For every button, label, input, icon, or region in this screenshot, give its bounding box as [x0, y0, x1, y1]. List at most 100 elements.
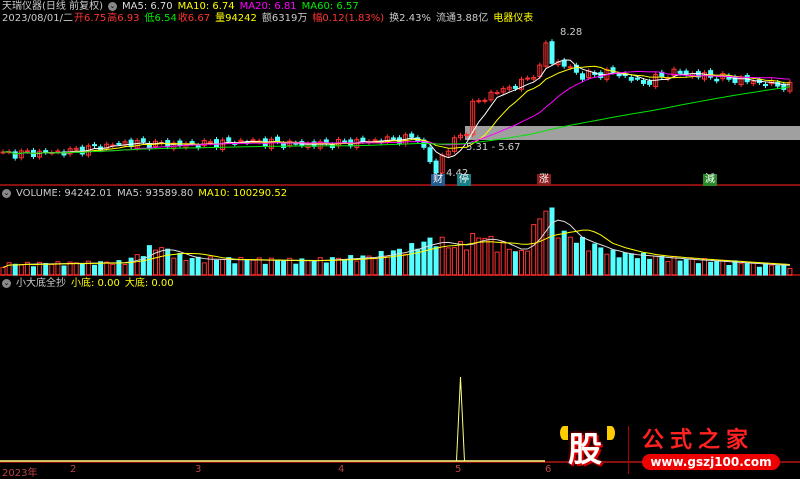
candle [360, 137, 366, 142]
volume-bar [165, 248, 171, 276]
volume-bar [683, 258, 689, 276]
volume-value: VOLUME: 94242.01 [16, 188, 113, 199]
candle [24, 150, 30, 153]
volume-bar [0, 266, 6, 276]
logo-char: 股 [568, 430, 602, 470]
volume-bar [519, 250, 524, 276]
candle [525, 77, 531, 80]
volume-bar [567, 236, 573, 276]
tag-financial[interactable]: 财 [431, 174, 445, 186]
volume-bar [464, 249, 470, 276]
volume-bar [61, 265, 67, 276]
candle [476, 100, 482, 103]
range-label: 5.31 - 5.67 [466, 142, 521, 153]
toggle-icon[interactable]: ⌄ [2, 278, 11, 288]
volume-bar [494, 251, 500, 276]
volume-bar [458, 241, 463, 276]
volume-bar [573, 242, 579, 276]
candle [372, 139, 378, 142]
volume-bar [409, 243, 415, 276]
candle [275, 136, 280, 143]
volume-ma5: MA5: 93589.80 [117, 188, 194, 199]
volume-bar [268, 257, 274, 276]
volume-bar [18, 264, 24, 276]
volume-bar [214, 259, 219, 276]
volume-bar [73, 262, 79, 276]
ma20-line [2, 70, 790, 155]
volume-bar [92, 264, 97, 276]
volume-bar [220, 258, 226, 276]
volume-bar [451, 247, 457, 276]
candle [409, 133, 415, 138]
volume-bar [31, 266, 36, 276]
candle [433, 160, 439, 174]
candle [92, 144, 97, 147]
axis-label: 3 [195, 464, 202, 475]
candle [647, 80, 653, 85]
indicator-header: ⌄ 小大底全抄 小底: 0.00 大底: 0.00 [2, 278, 179, 290]
candle [628, 77, 634, 81]
tag-reduce[interactable]: 減 [703, 174, 717, 186]
indicator-line [0, 376, 545, 462]
volume-bar [580, 236, 585, 276]
volume-bar [708, 261, 714, 276]
volume-bar [250, 259, 256, 276]
big-bottom-value: 大底: 0.00 [124, 278, 174, 289]
candle [714, 78, 720, 82]
axis-label: 2 [70, 464, 77, 475]
volume-bar [433, 246, 439, 276]
volume-bar [146, 245, 152, 276]
volume-bar [647, 258, 653, 276]
volume-bar [781, 263, 787, 276]
volume-ma10: MA10: 100290.52 [198, 188, 288, 199]
volume-bar [476, 237, 482, 276]
candle [561, 59, 567, 67]
volume-bar [445, 247, 451, 276]
candle [128, 139, 134, 148]
volume-bar [592, 243, 598, 276]
logo-url: www.gszj100.com [642, 454, 780, 470]
volume-bar [281, 260, 287, 276]
candle [580, 73, 585, 80]
volume-bar [537, 218, 543, 276]
candle [116, 142, 122, 145]
volume-bar [79, 263, 85, 276]
volume-bar [677, 260, 683, 276]
candle [281, 143, 287, 148]
volume-bar [732, 260, 738, 276]
volume-bar [512, 251, 518, 276]
candle [482, 99, 488, 102]
volume-bar [403, 253, 409, 276]
volume-header: ⌄ VOLUME: 94242.01 MA5: 93589.80 MA10: 1002… [2, 188, 292, 200]
volume-bar [549, 207, 555, 276]
volume-bar [726, 265, 732, 276]
volume-bar [738, 263, 744, 276]
candle [214, 139, 219, 148]
volume-bar [525, 250, 531, 276]
tag-rise[interactable]: 涨 [537, 174, 551, 186]
kline-chart[interactable] [0, 0, 800, 477]
volume-bar [122, 263, 128, 276]
volume-bar [305, 259, 311, 276]
volume-bar [500, 241, 506, 276]
volume-bar [226, 257, 232, 276]
volume-bar [622, 252, 628, 276]
axis-label: 6 [545, 464, 552, 475]
volume-bar [653, 255, 659, 276]
candle [763, 83, 768, 87]
candle [250, 139, 256, 142]
candle [494, 92, 500, 95]
candle [567, 66, 573, 69]
volume-bar [232, 263, 238, 276]
volume-bar [775, 265, 781, 276]
volume-bar [171, 257, 177, 276]
volume-bar [689, 258, 695, 276]
axis-label: 4 [338, 464, 345, 475]
volume-bar [702, 258, 707, 276]
toggle-icon[interactable]: ⌄ [2, 188, 11, 198]
candle [55, 150, 61, 153]
candle [12, 151, 18, 159]
volume-bar [378, 251, 384, 276]
tag-halt[interactable]: 停 [457, 174, 471, 186]
volume-bar [104, 261, 110, 276]
